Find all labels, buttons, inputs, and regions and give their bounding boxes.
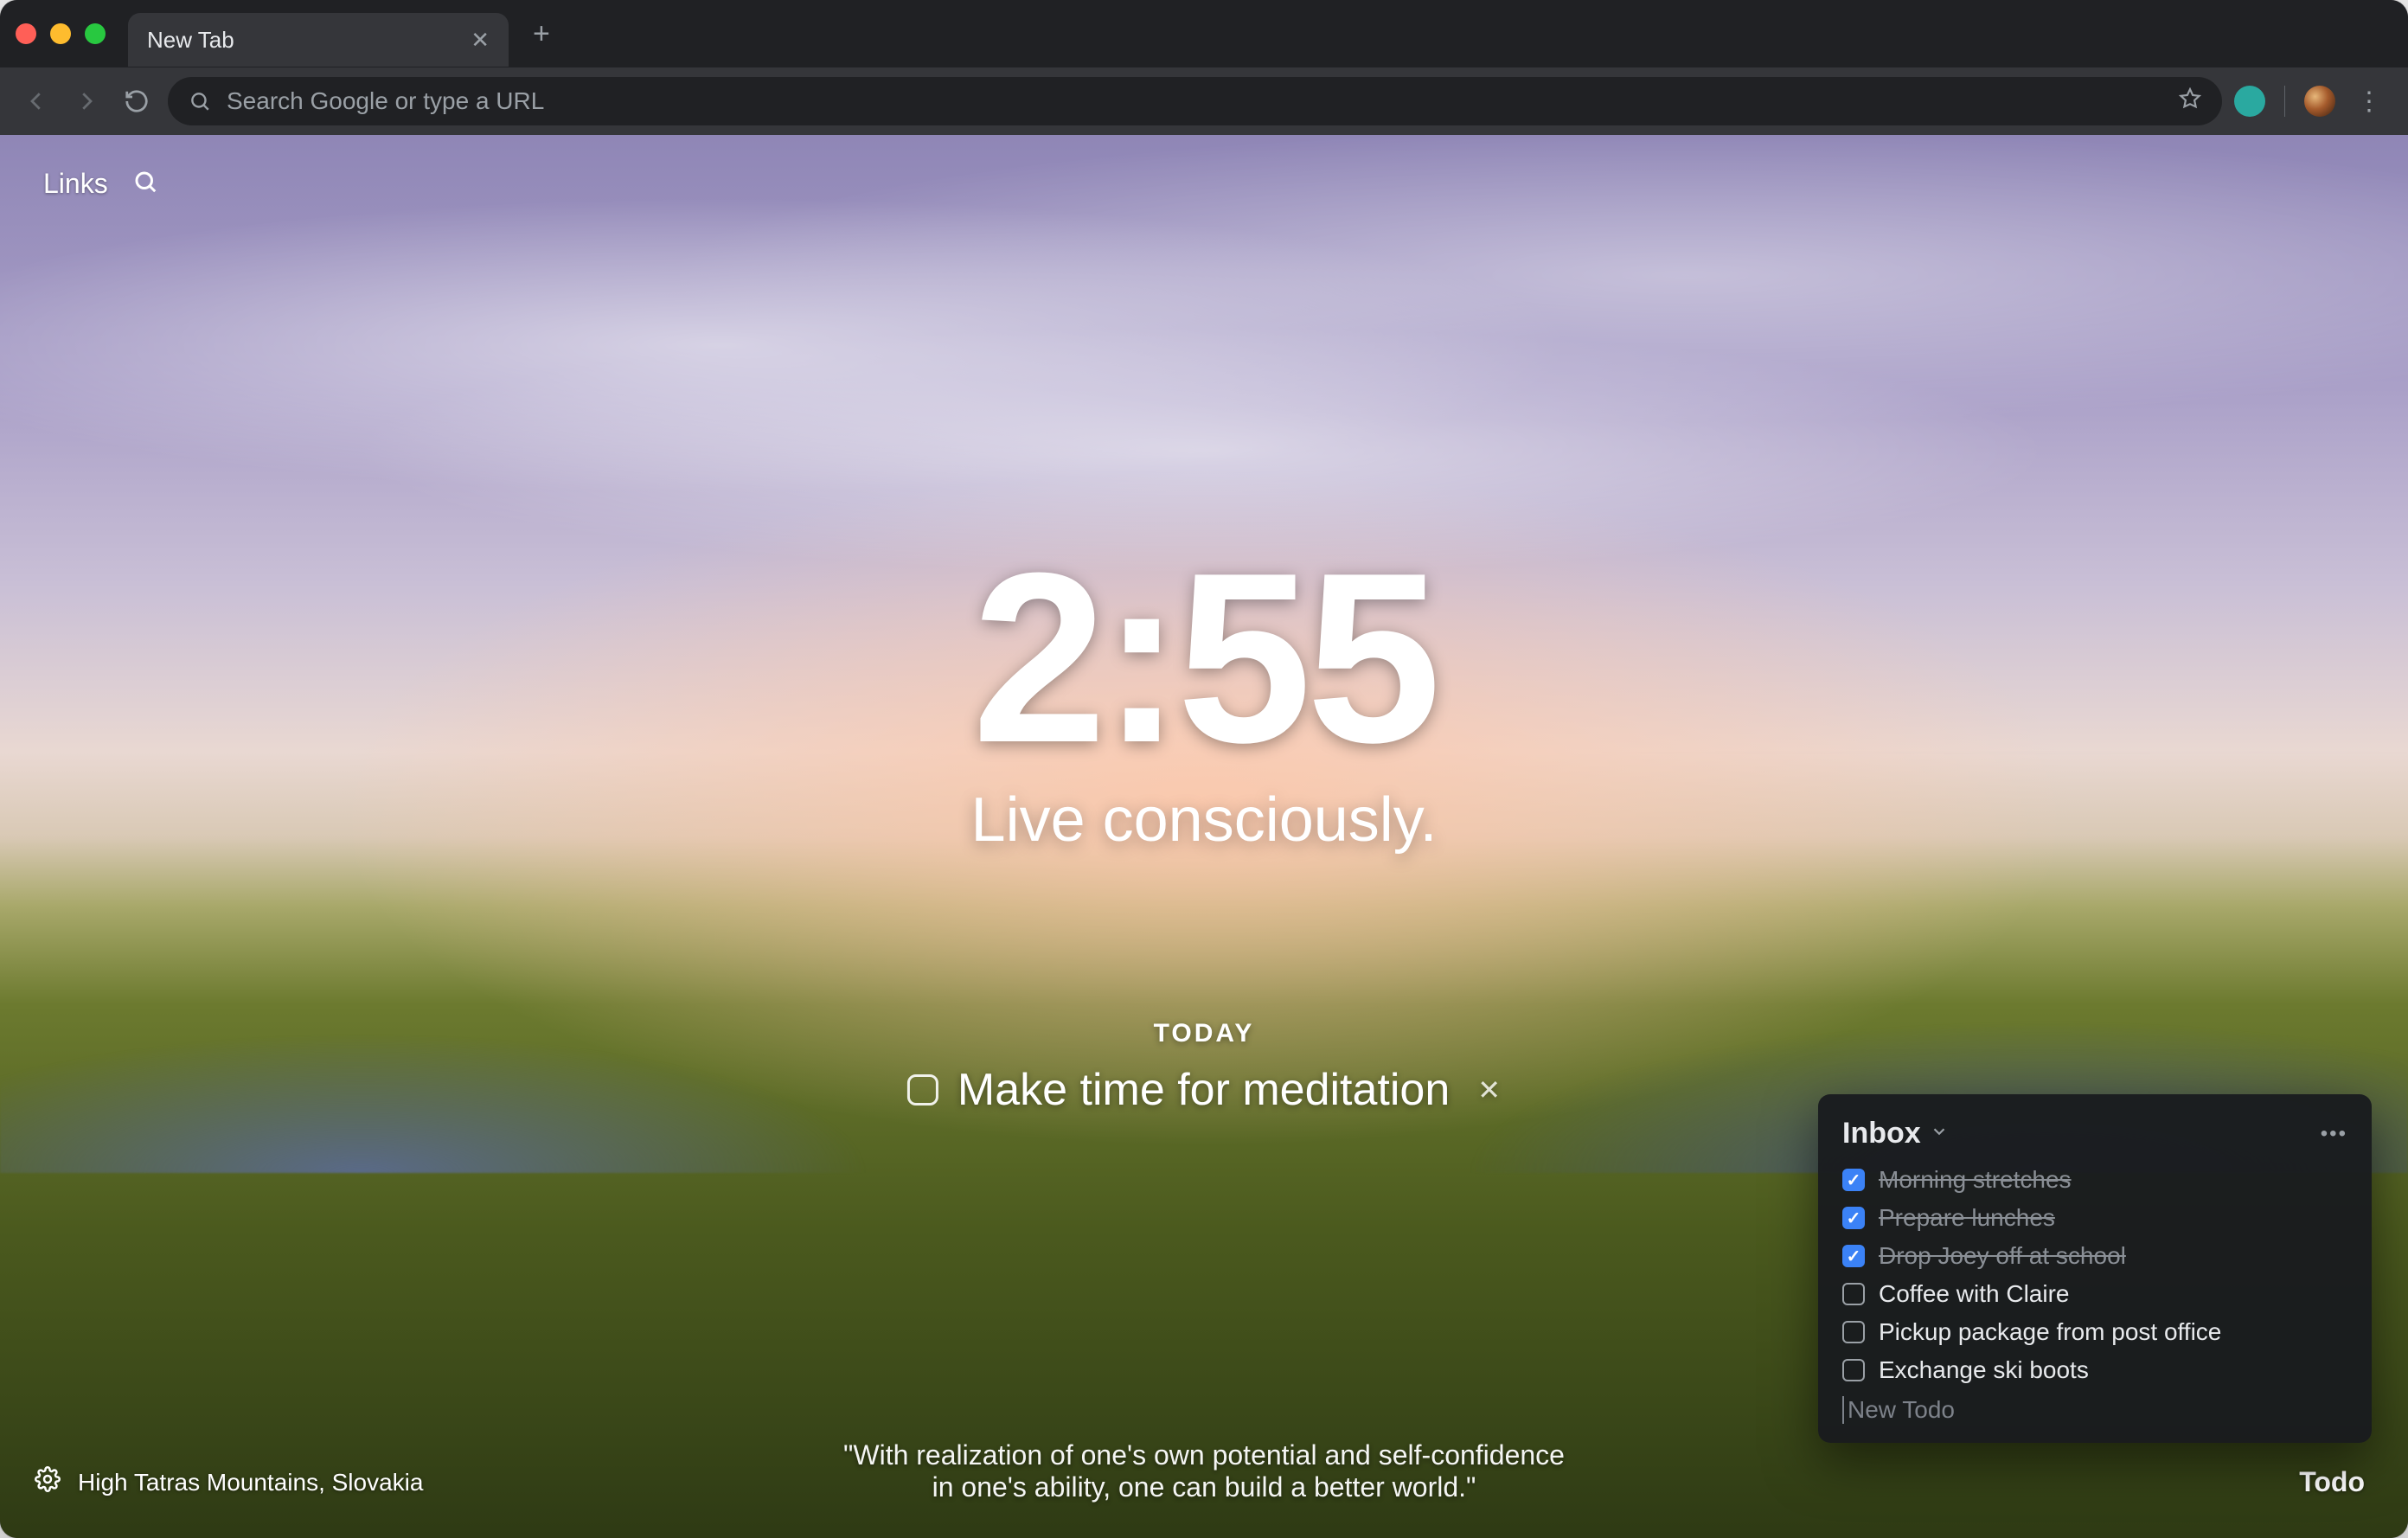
- minimize-window-button[interactable]: [50, 23, 71, 44]
- arrow-left-icon: [23, 88, 49, 114]
- window-controls: [16, 23, 106, 44]
- todo-checkbox[interactable]: [1842, 1169, 1865, 1191]
- todo-checkbox[interactable]: [1842, 1245, 1865, 1267]
- todo-list: Morning stretches Prepare lunches Drop Joe…: [1842, 1166, 2347, 1384]
- todo-item-label: Exchange ski boots: [1879, 1356, 2089, 1384]
- todo-item[interactable]: Pickup package from post office: [1842, 1318, 2347, 1346]
- reload-button[interactable]: [118, 82, 156, 120]
- extension-avatar[interactable]: [2234, 86, 2265, 117]
- todo-item[interactable]: Exchange ski boots: [1842, 1356, 2347, 1384]
- gear-icon: [35, 1466, 61, 1492]
- titlebar: New Tab ✕ +: [0, 0, 2408, 67]
- close-tab-button[interactable]: ✕: [471, 27, 490, 54]
- toolbar: Search Google or type a URL ⋮: [0, 67, 2408, 135]
- search-icon: [132, 169, 158, 195]
- mantra-text[interactable]: Live consciously.: [971, 785, 1438, 856]
- photo-location[interactable]: High Tatras Mountains, Slovakia: [78, 1469, 423, 1496]
- close-window-button[interactable]: [16, 23, 36, 44]
- settings-button[interactable]: [35, 1466, 61, 1498]
- quote-line-1: "With realization of one's own potential…: [843, 1439, 1565, 1471]
- top-left-controls: Links: [43, 168, 158, 200]
- tab-title: New Tab: [147, 27, 234, 54]
- profile-avatar[interactable]: [2304, 86, 2335, 117]
- forward-button[interactable]: [67, 82, 106, 120]
- todo-item-label: Morning stretches: [1879, 1166, 2072, 1194]
- todo-panel: Inbox ••• Morning stretches Prepare lunch…: [1818, 1094, 2372, 1443]
- browser-window: New Tab ✕ + Search Google or type a URL …: [0, 0, 2408, 1538]
- bookmark-button[interactable]: [2179, 87, 2201, 116]
- todo-checkbox[interactable]: [1842, 1359, 1865, 1381]
- new-tab-content: Links 2:55 Live consciously. TODAY Make …: [0, 135, 2408, 1538]
- focus-row: Make time for meditation ✕: [907, 1064, 1501, 1116]
- todo-checkbox[interactable]: [1842, 1321, 1865, 1343]
- todo-more-button[interactable]: •••: [2321, 1122, 2347, 1146]
- todo-checkbox[interactable]: [1842, 1283, 1865, 1305]
- omnibox-placeholder: Search Google or type a URL: [227, 87, 544, 115]
- todo-list-dropdown[interactable]: [1930, 1122, 1949, 1145]
- focus-label: TODAY: [907, 1019, 1501, 1048]
- maximize-window-button[interactable]: [85, 23, 106, 44]
- todo-toggle-button[interactable]: Todo: [2299, 1466, 2365, 1498]
- new-todo-input[interactable]: New Todo: [1842, 1396, 2347, 1424]
- toolbar-divider: [2284, 86, 2285, 117]
- todo-item[interactable]: Prepare lunches: [1842, 1204, 2347, 1232]
- browser-tab[interactable]: New Tab ✕: [128, 13, 509, 67]
- focus-block: TODAY Make time for meditation ✕: [907, 1019, 1501, 1116]
- back-button[interactable]: [17, 82, 55, 120]
- todo-item-label: Coffee with Claire: [1879, 1280, 2069, 1308]
- todo-item-label: Pickup package from post office: [1879, 1318, 2221, 1346]
- search-icon: [189, 90, 211, 112]
- bottom-left-controls: High Tatras Mountains, Slovakia: [35, 1466, 423, 1498]
- focus-clear-button[interactable]: ✕: [1477, 1073, 1501, 1106]
- todo-item[interactable]: Drop Joey off at school: [1842, 1242, 2347, 1270]
- arrow-right-icon: [74, 88, 99, 114]
- todo-item-label: Prepare lunches: [1879, 1204, 2055, 1232]
- quote-block[interactable]: "With realization of one's own potential…: [843, 1439, 1565, 1503]
- links-button[interactable]: Links: [43, 168, 108, 200]
- todo-list-title[interactable]: Inbox: [1842, 1117, 1921, 1150]
- omnibox[interactable]: Search Google or type a URL: [168, 77, 2222, 125]
- todo-item[interactable]: Coffee with Claire: [1842, 1280, 2347, 1308]
- todo-item[interactable]: Morning stretches: [1842, 1166, 2347, 1194]
- center-block: 2:55 Live consciously.: [971, 537, 1438, 856]
- chevron-down-icon: [1930, 1122, 1949, 1141]
- star-icon: [2179, 87, 2201, 110]
- clock-time[interactable]: 2:55: [971, 537, 1438, 779]
- quote-line-2: in one's ability, one can build a better…: [843, 1471, 1565, 1503]
- todo-header: Inbox •••: [1842, 1117, 2347, 1150]
- todo-item-label: Drop Joey off at school: [1879, 1242, 2126, 1270]
- reload-icon: [124, 88, 150, 114]
- browser-menu-button[interactable]: ⋮: [2347, 87, 2391, 117]
- todo-checkbox[interactable]: [1842, 1207, 1865, 1229]
- search-button[interactable]: [132, 169, 158, 199]
- focus-task[interactable]: Make time for meditation: [957, 1064, 1450, 1116]
- new-tab-button[interactable]: +: [533, 19, 550, 48]
- focus-checkbox[interactable]: [907, 1074, 938, 1105]
